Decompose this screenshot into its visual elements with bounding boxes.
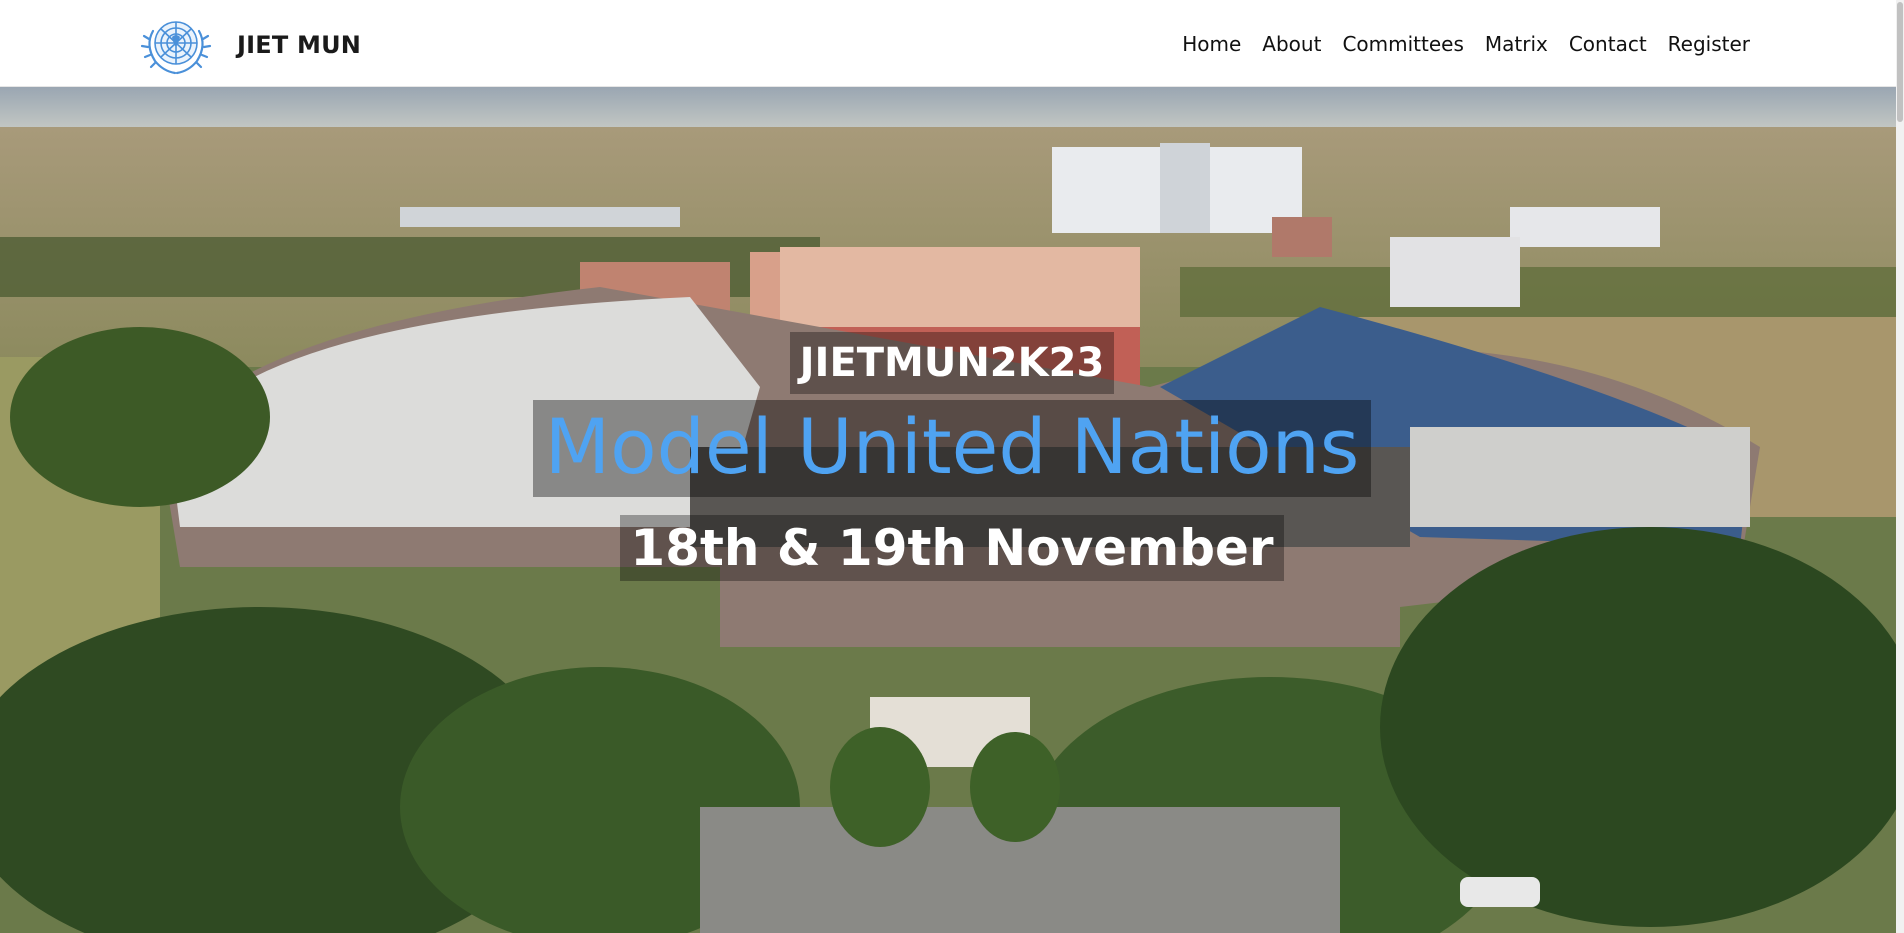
- hero-tagline: JIETMUN2K23: [789, 332, 1115, 394]
- nav-register[interactable]: Register: [1668, 32, 1750, 56]
- nav-contact[interactable]: Contact: [1569, 32, 1647, 56]
- page-scrollbar[interactable]: [1896, 0, 1904, 933]
- hero-dates: 18th & 19th November: [620, 515, 1284, 581]
- main-nav: Home About Committees Matrix Contact Reg…: [1161, 0, 1750, 87]
- nav-home[interactable]: Home: [1182, 32, 1241, 56]
- hero-section: JIETMUN2K23 Model United Nations 18th & …: [0, 87, 1904, 933]
- brand-name: JIET MUN: [237, 31, 362, 59]
- navbar: JIET MUN Home About Committees Matrix Co…: [0, 0, 1904, 87]
- scrollbar-thumb[interactable]: [1897, 2, 1903, 122]
- hero-background-image: [0, 87, 1904, 933]
- nav-about[interactable]: About: [1262, 32, 1321, 56]
- nav-matrix[interactable]: Matrix: [1485, 32, 1548, 56]
- un-emblem-icon: [140, 21, 212, 75]
- brand[interactable]: JIET MUN: [139, 13, 361, 77]
- hero-title: Model United Nations: [532, 400, 1372, 497]
- nav-committees[interactable]: Committees: [1342, 32, 1463, 56]
